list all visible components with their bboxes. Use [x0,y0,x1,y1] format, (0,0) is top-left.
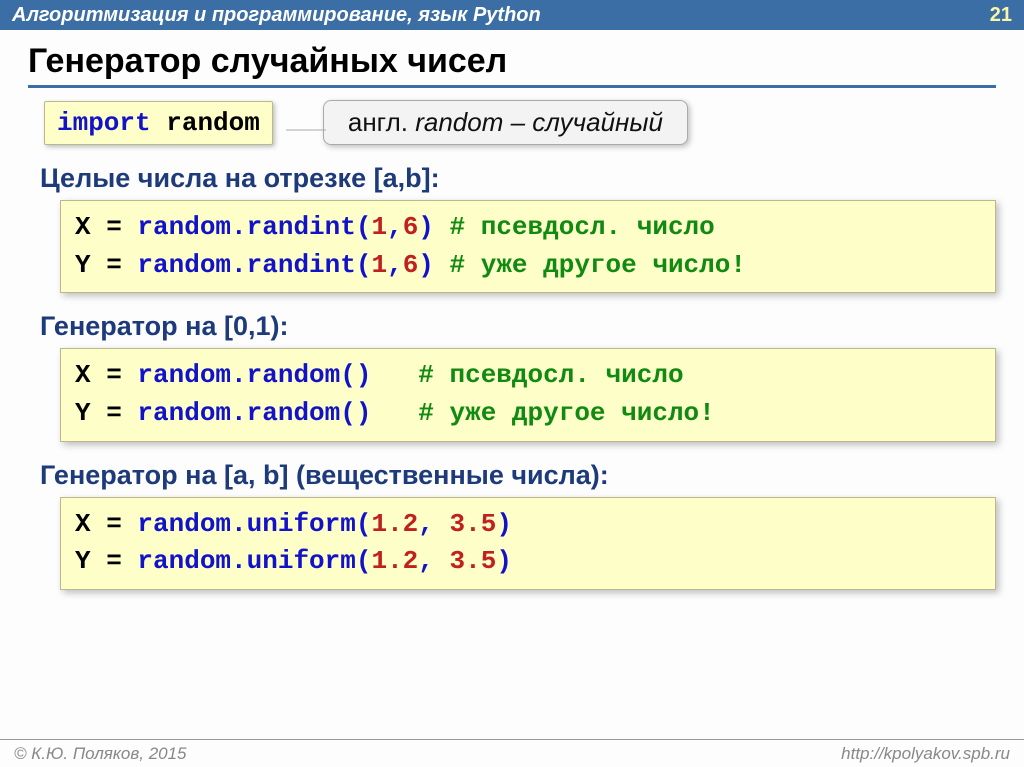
callout-prefix: англ. [348,107,415,137]
keyword-import: import [57,108,151,138]
callout-suffix: – случайный [503,107,663,137]
callout-word: random [415,107,503,137]
eq: = [91,509,138,539]
open: ( [356,509,372,539]
call: random.uniform [137,546,355,576]
section1-head: Целые числа на отрезке [a,b]: [40,163,996,194]
slide-header: Алгоритмизация и программирование, язык … [0,0,1024,30]
slide-title: Генератор случайных чисел [28,42,996,88]
import-code: import random [44,101,273,145]
arg-a: 1.2 [371,509,418,539]
var: X [75,212,91,242]
close: ) [356,398,372,428]
arg-a: 1 [371,212,387,242]
close: ) [418,250,434,280]
call: random.random [137,360,340,390]
call: random.uniform [137,509,355,539]
eq: = [91,546,138,576]
comment: # уже другое число! [450,250,746,280]
open: ( [356,250,372,280]
comma: , [387,212,403,242]
arg-b: 6 [403,250,419,280]
space [151,108,167,138]
comment: # уже другое число! [418,398,714,428]
close: ) [496,546,512,576]
var: Y [75,398,91,428]
comma: , [418,509,449,539]
arg-b: 6 [403,212,419,242]
var: Y [75,250,91,280]
arg-b: 3.5 [450,546,497,576]
comma: , [418,546,449,576]
copyright: © К.Ю. Поляков, 2015 [14,744,187,764]
pad [371,398,418,428]
import-row: import random англ. random – случайный [44,100,996,145]
arg-b: 3.5 [450,509,497,539]
arg-a: 1 [371,250,387,280]
open: ( [356,212,372,242]
comma: , [387,250,403,280]
page-number: 21 [990,4,1012,27]
open: ( [356,546,372,576]
open: ( [340,398,356,428]
comment: # псевдосл. число [418,360,683,390]
section3-code: X = random.uniform(1.2, 3.5) Y = random.… [60,497,996,590]
pad [434,212,450,242]
eq: = [91,398,138,428]
arg-a: 1.2 [371,546,418,576]
eq: = [91,250,138,280]
eq: = [91,212,138,242]
open: ( [340,360,356,390]
section2-code: X = random.random() # псевдосл. число Y … [60,348,996,441]
close: ) [496,509,512,539]
pad [434,250,450,280]
translation-callout: англ. random – случайный [323,100,688,145]
footer-url: http://kpolyakov.spb.ru [841,744,1010,764]
section3-head: Генератор на [a, b] (вещественные числа)… [40,460,996,491]
close: ) [418,212,434,242]
comment: # псевдосл. число [450,212,715,242]
var: X [75,360,91,390]
close: ) [356,360,372,390]
section1-code: X = random.randint(1,6) # псевдосл. числ… [60,200,996,293]
call: random.randint [137,250,355,280]
call: random.randint [137,212,355,242]
pad [371,360,418,390]
section2-head: Генератор на [0,1): [40,311,996,342]
eq: = [91,360,138,390]
var: X [75,509,91,539]
var: Y [75,546,91,576]
module-name: random [166,108,260,138]
course-title: Алгоритмизация и программирование, язык … [12,4,541,27]
slide-footer: © К.Ю. Поляков, 2015 http://kpolyakov.sp… [0,739,1024,767]
call: random.random [137,398,340,428]
